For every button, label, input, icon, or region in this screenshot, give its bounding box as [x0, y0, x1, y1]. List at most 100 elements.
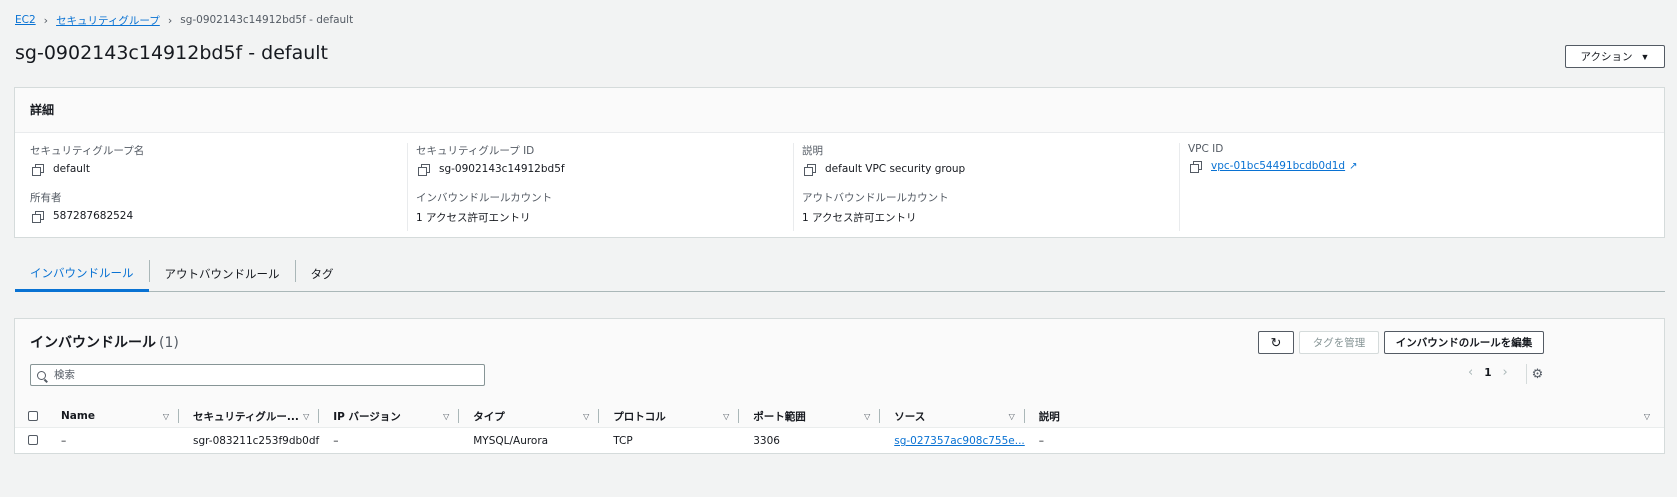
field-value: 1 アクセス許可エントリ [416, 212, 531, 224]
column-label: ポート範囲 [753, 410, 806, 423]
column-ip-version[interactable]: IP バージョン ▽ [319, 405, 460, 428]
external-link-icon: ↗ [1349, 160, 1358, 172]
rules-table: Name ▽ セキュリティグルー... ▽ IP バージョン ▽ タイプ ▽ プロトコル… [15, 405, 1664, 455]
actions-label: アクション [1580, 51, 1633, 63]
column-label: プロトコル [613, 410, 666, 423]
copy-icon[interactable] [32, 163, 44, 176]
chevron-right-icon: › [43, 13, 49, 27]
search-box[interactable] [30, 364, 485, 386]
field-label: アウトバウンドルールカウント [802, 192, 949, 204]
page-number[interactable]: 1 [1480, 367, 1495, 379]
cell-protocol: TCP [613, 435, 633, 448]
column-label: セキュリティグルー... [193, 410, 299, 423]
column-type[interactable]: タイプ ▽ [459, 405, 600, 428]
column-name[interactable]: Name ▽ [61, 405, 179, 428]
sort-icon[interactable]: ▽ [1644, 412, 1650, 421]
rules-count: (1) [159, 335, 179, 351]
tabs: インバウンドルール アウトバウンドルール タグ [15, 257, 1665, 292]
details-panel: 詳細 セキュリティグループ名 default 所有者 587287682524 … [14, 87, 1665, 238]
sort-icon[interactable]: ▽ [864, 412, 870, 421]
manage-tags-button[interactable]: タグを管理 [1299, 331, 1379, 354]
column-label: ソース [894, 410, 926, 423]
sort-icon[interactable]: ▽ [583, 412, 589, 421]
field-outbound-count: アウトバウンドルールカウント 1 アクセス許可エントリ [802, 190, 1179, 237]
chevron-left-icon[interactable]: ‹ [1461, 365, 1480, 380]
field-description: 説明 default VPC security group [802, 143, 1179, 190]
pagination: ‹ 1 › [1461, 365, 1515, 380]
field-vpc-id: VPC ID vpc-01bc54491bcdb0d1d ↗ [1188, 143, 1579, 190]
field-value-row: 587287682524 [30, 210, 401, 223]
column-description[interactable]: 説明 ▽ [1024, 405, 1664, 428]
field-owner: 所有者 587287682524 [30, 190, 401, 237]
edit-inbound-rules-button[interactable]: インバウンドのルールを編集 [1384, 331, 1544, 354]
field-label: 所有者 [30, 192, 62, 204]
gear-icon[interactable]: ⚙ [1526, 364, 1548, 384]
column-protocol[interactable]: プロトコル ▽ [599, 405, 740, 428]
tab-tags[interactable]: タグ [296, 257, 349, 291]
cell-name: – [61, 435, 67, 448]
column-label: Name [61, 410, 95, 422]
field-value: default [53, 163, 90, 175]
source-link[interactable]: sg-027357ac908c755e... [894, 435, 1025, 447]
rules-title-text: インバウンドルール [30, 335, 156, 351]
field-value: default VPC security group [825, 163, 966, 175]
page-title: sg-0902143c14912bd5f - default [15, 42, 329, 64]
cell-source: sg-027357ac908c755e... [880, 428, 1025, 455]
vpc-id-link[interactable]: vpc-01bc54491bcdb0d1d [1211, 160, 1345, 172]
copy-icon[interactable] [804, 163, 816, 176]
details-column-4: VPC ID vpc-01bc54491bcdb0d1d ↗ [1179, 143, 1579, 231]
details-header: 詳細 [15, 88, 1664, 133]
field-sg-id: セキュリティグループ ID sg-0902143c14912bd5f [416, 143, 793, 190]
sort-icon[interactable]: ▽ [723, 412, 729, 421]
chevron-right-icon: › [167, 13, 173, 27]
row-select [15, 428, 61, 455]
select-all-checkbox[interactable] [28, 411, 38, 421]
field-value-row: sg-0902143c14912bd5f [416, 163, 793, 176]
cell-ip-version: – [333, 435, 339, 448]
field-value: sg-0902143c14912bd5f [439, 163, 565, 175]
copy-icon[interactable] [32, 210, 44, 223]
field-value-row: default [30, 163, 401, 176]
refresh-icon: ↻ [1270, 334, 1282, 350]
field-label: セキュリティグループ名 [30, 145, 145, 157]
inbound-rules-header: インバウンドルール(1) ↻ タグを管理 インバウンドのルールを編集 ‹ 1 ›… [15, 319, 1664, 405]
copy-icon[interactable] [1190, 160, 1202, 173]
caret-down-icon: ▼ [1640, 51, 1650, 62]
tab-outbound-rules[interactable]: アウトバウンドルール [150, 257, 295, 291]
copy-icon[interactable] [418, 163, 430, 176]
cell-port: 3306 [753, 435, 780, 448]
inbound-rules-panel: インバウンドルール(1) ↻ タグを管理 インバウンドのルールを編集 ‹ 1 ›… [14, 318, 1665, 454]
search-icon [37, 370, 46, 380]
details-column-3: 説明 default VPC security group アウトバウンドルール… [793, 143, 1179, 231]
field-label: インバウンドルールカウント [416, 192, 553, 204]
inbound-rules-title: インバウンドルール (1) [30, 332, 179, 352]
chevron-right-icon[interactable]: › [1496, 365, 1515, 380]
column-label: IP バージョン [333, 410, 401, 423]
refresh-button[interactable]: ↻ [1258, 331, 1294, 354]
row-checkbox[interactable] [28, 434, 38, 445]
cell-rule-id: sgr-083211c253f9db0df [193, 435, 320, 448]
field-value: 1 アクセス許可エントリ [802, 212, 917, 224]
field-value: 587287682524 [53, 210, 134, 222]
field-value-row: vpc-01bc54491bcdb0d1d ↗ [1188, 160, 1579, 173]
table-row[interactable]: – sgr-083211c253f9db0df – MYSQL/Aurora T… [15, 428, 1664, 455]
table-header-row: Name ▽ セキュリティグルー... ▽ IP バージョン ▽ タイプ ▽ プロトコル… [15, 405, 1664, 428]
field-sg-name: セキュリティグループ名 default [30, 143, 401, 190]
sort-icon[interactable]: ▽ [1009, 412, 1015, 421]
breadcrumb: EC2 › セキュリティグループ › sg-0902143c14912bd5f … [15, 13, 353, 27]
breadcrumb-ec2[interactable]: EC2 [15, 14, 36, 26]
breadcrumb-security-groups[interactable]: セキュリティグループ [56, 13, 160, 28]
column-sg-rule-id[interactable]: セキュリティグルー... ▽ [179, 405, 320, 428]
sort-icon[interactable]: ▽ [163, 412, 169, 421]
sort-icon[interactable]: ▽ [443, 412, 449, 421]
field-inbound-count: インバウンドルールカウント 1 アクセス許可エントリ [416, 190, 793, 237]
actions-button[interactable]: アクション ▼ [1565, 45, 1665, 68]
column-source[interactable]: ソース ▽ [880, 405, 1025, 428]
field-label: 説明 [802, 145, 823, 157]
search-input[interactable] [54, 369, 474, 381]
sort-icon[interactable]: ▽ [303, 412, 309, 421]
column-port-range[interactable]: ポート範囲 ▽ [739, 405, 881, 428]
field-value-row: default VPC security group [802, 163, 1179, 176]
tab-inbound-rules[interactable]: インバウンドルール [15, 257, 149, 292]
column-label: 説明 [1038, 410, 1060, 423]
